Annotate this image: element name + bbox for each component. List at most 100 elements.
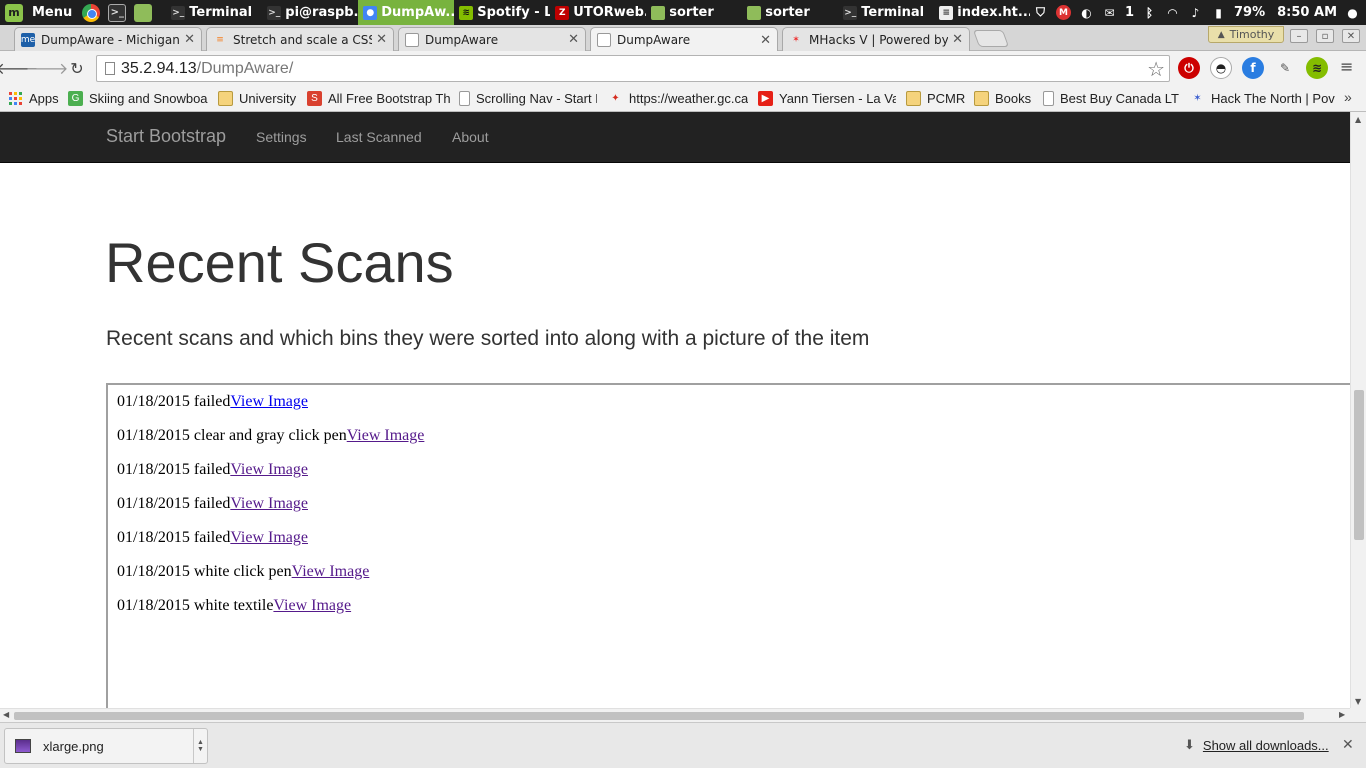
page-info-icon[interactable] xyxy=(105,62,115,75)
vertical-scroll-thumb[interactable] xyxy=(1354,390,1364,540)
music-note-icon[interactable]: ♪ xyxy=(1188,5,1203,20)
bookmark-item-3[interactable]: S All Free Bootstrap Th xyxy=(307,89,450,107)
browser-tab-0[interactable]: me DumpAware - Michigan, ✕ xyxy=(14,27,202,51)
horizontal-scroll-thumb[interactable] xyxy=(14,712,1304,720)
bookmarks-overflow-button[interactable]: » xyxy=(1344,89,1352,105)
mega-icon[interactable]: M xyxy=(1055,5,1071,20)
browser-tab-2[interactable]: DumpAware ✕ xyxy=(398,27,586,51)
folder-icon xyxy=(218,90,233,106)
files-launcher-icon[interactable] xyxy=(134,3,153,22)
bookmark-item-6[interactable]: ▶ Yann Tiersen - La Val xyxy=(758,89,896,107)
download-shelf: xlarge.png ▲ ▼ ⬇ Show all downloads... ✕ xyxy=(0,722,1366,768)
mhacks-icon: ✶ xyxy=(792,34,800,45)
view-image-link[interactable]: View Image xyxy=(230,495,308,512)
taskbar-window-4[interactable]: ZUTORweb... xyxy=(550,0,646,25)
nav-link-settings[interactable]: Settings xyxy=(256,129,307,145)
scrollbar-corner xyxy=(1350,708,1366,722)
close-window-icon[interactable]: ✕ xyxy=(1342,29,1360,43)
scroll-left-icon[interactable]: ◀ xyxy=(3,710,9,719)
bookmark-label: Scrolling Nav - Start E xyxy=(476,90,597,106)
reload-icon[interactable]: ↻ xyxy=(64,55,90,81)
site-navbar: Start Bootstrap Settings Last Scanned Ab… xyxy=(0,112,1350,163)
terminal-launcher-icon[interactable]: >_ xyxy=(108,3,127,22)
start-menu-button[interactable]: m Menu xyxy=(0,0,78,25)
apps-icon xyxy=(8,91,23,106)
eyedropper-extension-icon[interactable]: ✎ xyxy=(1274,57,1296,79)
bookmark-item-2[interactable]: University xyxy=(218,89,300,107)
bluetooth-icon[interactable]: ᛒ xyxy=(1142,5,1157,20)
spotify-extension-icon[interactable]: ≋ xyxy=(1306,57,1328,79)
menu-hamburger-icon[interactable]: ≡ xyxy=(1340,59,1356,75)
chat-icon[interactable]: ✉ xyxy=(1102,5,1117,20)
taskbar-window-5[interactable]: sorter xyxy=(646,0,742,25)
taskbar-window-8[interactable]: ≡ index.ht... xyxy=(934,0,1030,25)
bookmark-item-4[interactable]: Scrolling Nav - Start E xyxy=(459,89,597,107)
horizontal-scrollbar[interactable]: ◀ ▶ xyxy=(0,708,1350,722)
view-image-link[interactable]: View Image xyxy=(230,461,308,478)
chrome-icon: ● xyxy=(363,5,378,20)
page-lead: Recent scans and which bins they were so… xyxy=(106,327,870,350)
bookmark-label: Books xyxy=(995,90,1032,106)
chrome-launcher-icon[interactable] xyxy=(82,3,101,22)
bookmark-item-9[interactable]: Best Buy Canada LTD xyxy=(1043,89,1179,107)
bookmark-item-10[interactable]: ✶ Hack The North | Pov xyxy=(1190,89,1342,107)
close-tab-icon[interactable]: ✕ xyxy=(568,32,579,47)
taskbar-window-0[interactable]: >_ Terminal xyxy=(166,0,262,25)
new-tab-button[interactable] xyxy=(972,30,1010,47)
download-item[interactable]: xlarge.png ▲ ▼ xyxy=(4,728,208,764)
incognito-extension-icon[interactable]: ◓ xyxy=(1210,57,1232,79)
battery-icon[interactable]: ▮ xyxy=(1211,5,1226,20)
scroll-down-icon[interactable]: ▼ xyxy=(1355,697,1361,706)
adblock-extension-icon[interactable]: ⏻ xyxy=(1178,57,1200,79)
bookmark-star-icon[interactable]: ☆ xyxy=(1147,57,1165,82)
shield-icon[interactable]: ⛉ xyxy=(1033,5,1048,20)
profile-button[interactable]: ▲ Timothy xyxy=(1208,26,1284,43)
show-all-downloads[interactable]: ⬇ Show all downloads... xyxy=(1184,737,1329,753)
weather-icon[interactable]: ◐ xyxy=(1079,5,1094,20)
address-bar[interactable]: 35.2.94.13/DumpAware/ ☆ xyxy=(96,55,1170,82)
taskbar-window-1[interactable]: >_pi@raspb... xyxy=(262,0,358,25)
scans-frame[interactable]: 01/18/2015 failedView Image 01/18/2015 cl… xyxy=(106,383,1350,708)
maximize-icon[interactable]: ▫ xyxy=(1316,29,1334,43)
bookmark-label: Yann Tiersen - La Val xyxy=(779,90,896,106)
bookmark-label: Skiing and Snowboar xyxy=(89,90,208,106)
page-title: Recent Scans xyxy=(105,231,454,294)
close-tab-icon[interactable]: ✕ xyxy=(760,33,771,48)
taskbar-window-2[interactable]: ● DumpAw... xyxy=(358,0,455,25)
download-options-chevron-icon[interactable]: ▲ ▼ xyxy=(193,729,207,763)
show-all-downloads-link[interactable]: Show all downloads... xyxy=(1203,738,1329,753)
browser-tab-3[interactable]: DumpAware ✕ xyxy=(590,27,778,52)
wifi-icon[interactable]: ◠ xyxy=(1165,5,1180,20)
scroll-right-icon[interactable]: ▶ xyxy=(1339,710,1345,719)
taskbar-window-6[interactable]: sorter xyxy=(742,0,838,25)
page-icon xyxy=(597,33,611,47)
bookmark-item-1[interactable]: G Skiing and Snowboar xyxy=(68,89,208,107)
close-tab-icon[interactable]: ✕ xyxy=(184,32,195,47)
forward-arrow-icon[interactable]: 🡒 xyxy=(26,55,69,81)
navbar-brand[interactable]: Start Bootstrap xyxy=(106,126,226,147)
view-image-link[interactable]: View Image xyxy=(273,597,351,614)
taskbar-window-7[interactable]: >_ Terminal xyxy=(838,0,934,25)
vertical-scrollbar[interactable]: ▲ ▼ xyxy=(1350,112,1366,708)
bookmark-item-7[interactable]: PCMR xyxy=(906,89,966,107)
bookmark-item-0[interactable]: Apps xyxy=(8,89,60,107)
view-image-link[interactable]: View Image xyxy=(292,563,370,580)
nav-link-last-scanned[interactable]: Last Scanned xyxy=(336,129,422,145)
user-icon[interactable]: ● xyxy=(1345,5,1360,20)
f-extension-icon[interactable]: f xyxy=(1242,57,1264,79)
nav-link-about[interactable]: About xyxy=(452,129,489,145)
minimize-icon[interactable]: – xyxy=(1290,29,1308,43)
scroll-up-icon[interactable]: ▲ xyxy=(1355,115,1361,124)
close-download-shelf-icon[interactable]: ✕ xyxy=(1342,736,1354,753)
close-tab-icon[interactable]: ✕ xyxy=(952,32,963,47)
view-image-link[interactable]: View Image xyxy=(230,529,308,546)
bookmark-item-5[interactable]: ✦ https://weather.gc.ca xyxy=(608,89,748,107)
taskbar-window-3[interactable]: ≋Spotify - L... xyxy=(454,0,550,25)
browser-tab-4[interactable]: ✶ MHacks V | Powered by ✕ xyxy=(782,27,970,51)
bookmark-item-8[interactable]: Books xyxy=(974,89,1036,107)
view-image-link[interactable]: View Image xyxy=(230,393,308,410)
view-image-link[interactable]: View Image xyxy=(347,427,425,444)
close-tab-icon[interactable]: ✕ xyxy=(376,32,387,47)
clock[interactable]: 8:50 AM xyxy=(1277,5,1337,20)
browser-tab-1[interactable]: ≡ Stretch and scale a CSS i ✕ xyxy=(206,27,394,51)
